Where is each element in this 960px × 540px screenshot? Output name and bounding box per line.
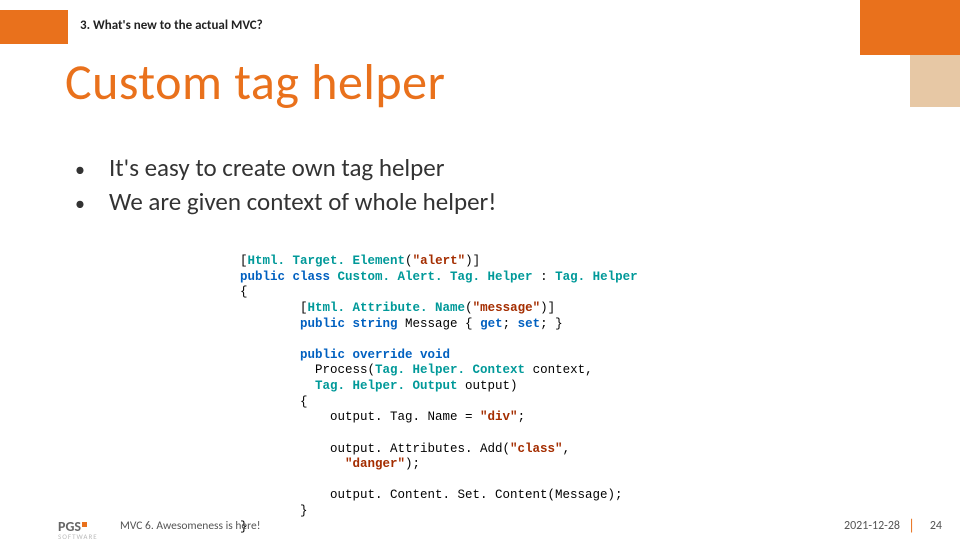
code: "danger": [345, 457, 405, 471]
code: (: [405, 254, 413, 268]
code: ;: [503, 317, 518, 331]
bullet-dot-icon: •: [75, 192, 109, 216]
section-label: 3. What's new to the actual MVC?: [80, 18, 263, 33]
code: "message": [473, 301, 541, 315]
bullet-dot-icon: •: [75, 158, 109, 182]
code: );: [405, 457, 420, 471]
code: [: [240, 254, 248, 268]
code: context,: [525, 363, 593, 377]
code: )]: [540, 301, 555, 315]
code: [240, 457, 345, 471]
bullet-text: It's easy to create own tag helper: [109, 152, 444, 183]
bullet-list: • It's easy to create own tag helper • W…: [75, 152, 496, 220]
code: (: [465, 301, 473, 315]
bullet-text: We are given context of whole helper!: [109, 186, 496, 217]
code: output): [458, 379, 518, 393]
code: Custom. Alert. Tag. Helper: [338, 270, 533, 284]
page-number: 24: [930, 519, 942, 533]
code: {: [240, 395, 308, 409]
accent-box-bottom-right: [910, 55, 960, 107]
accent-bar-left: [0, 10, 68, 44]
code: {: [240, 285, 248, 299]
code: Process(: [240, 363, 375, 377]
code: ;: [518, 410, 526, 424]
code: Message {: [405, 317, 480, 331]
code: Tag. Helper. Context: [375, 363, 525, 377]
footer-date: 2021-12-28: [844, 519, 900, 533]
code: Tag. Helper. Output: [315, 379, 458, 393]
code: Html. Attribute. Name: [308, 301, 466, 315]
logo-subtext: SOFTWARE: [58, 532, 98, 540]
accent-box-top-right: [860, 0, 960, 55]
slide: 3. What's new to the actual MVC? Custom …: [0, 0, 960, 540]
bullet-item: • We are given context of whole helper!: [75, 186, 496, 217]
code: public override void: [240, 348, 450, 362]
code: [: [240, 301, 308, 315]
code: set: [518, 317, 541, 331]
footer-caption: MVC 6. Awesomeness is here!: [120, 519, 260, 533]
logo-square-icon: [82, 522, 87, 527]
code: public class: [240, 270, 338, 284]
code: }: [240, 504, 308, 518]
footer-divider-icon: |: [908, 517, 915, 535]
code: "div": [480, 410, 518, 424]
page-title: Custom tag helper: [65, 52, 445, 113]
code: output. Content. Set. Content(Message);: [240, 488, 623, 502]
code: "class": [510, 442, 563, 456]
code: Tag. Helper: [555, 270, 638, 284]
bullet-item: • It's easy to create own tag helper: [75, 152, 496, 183]
code: )]: [465, 254, 480, 268]
code: "alert": [413, 254, 466, 268]
code: :: [533, 270, 556, 284]
code: get: [480, 317, 503, 331]
code: ; }: [540, 317, 563, 331]
code: output. Tag. Name =: [240, 410, 480, 424]
code: Html. Target. Element: [248, 254, 406, 268]
code-block: [Html. Target. Element("alert")] public …: [240, 254, 640, 535]
code: output. Attributes. Add(: [240, 442, 510, 456]
code: public string: [240, 317, 405, 331]
code: [240, 379, 315, 393]
code: ,: [563, 442, 571, 456]
